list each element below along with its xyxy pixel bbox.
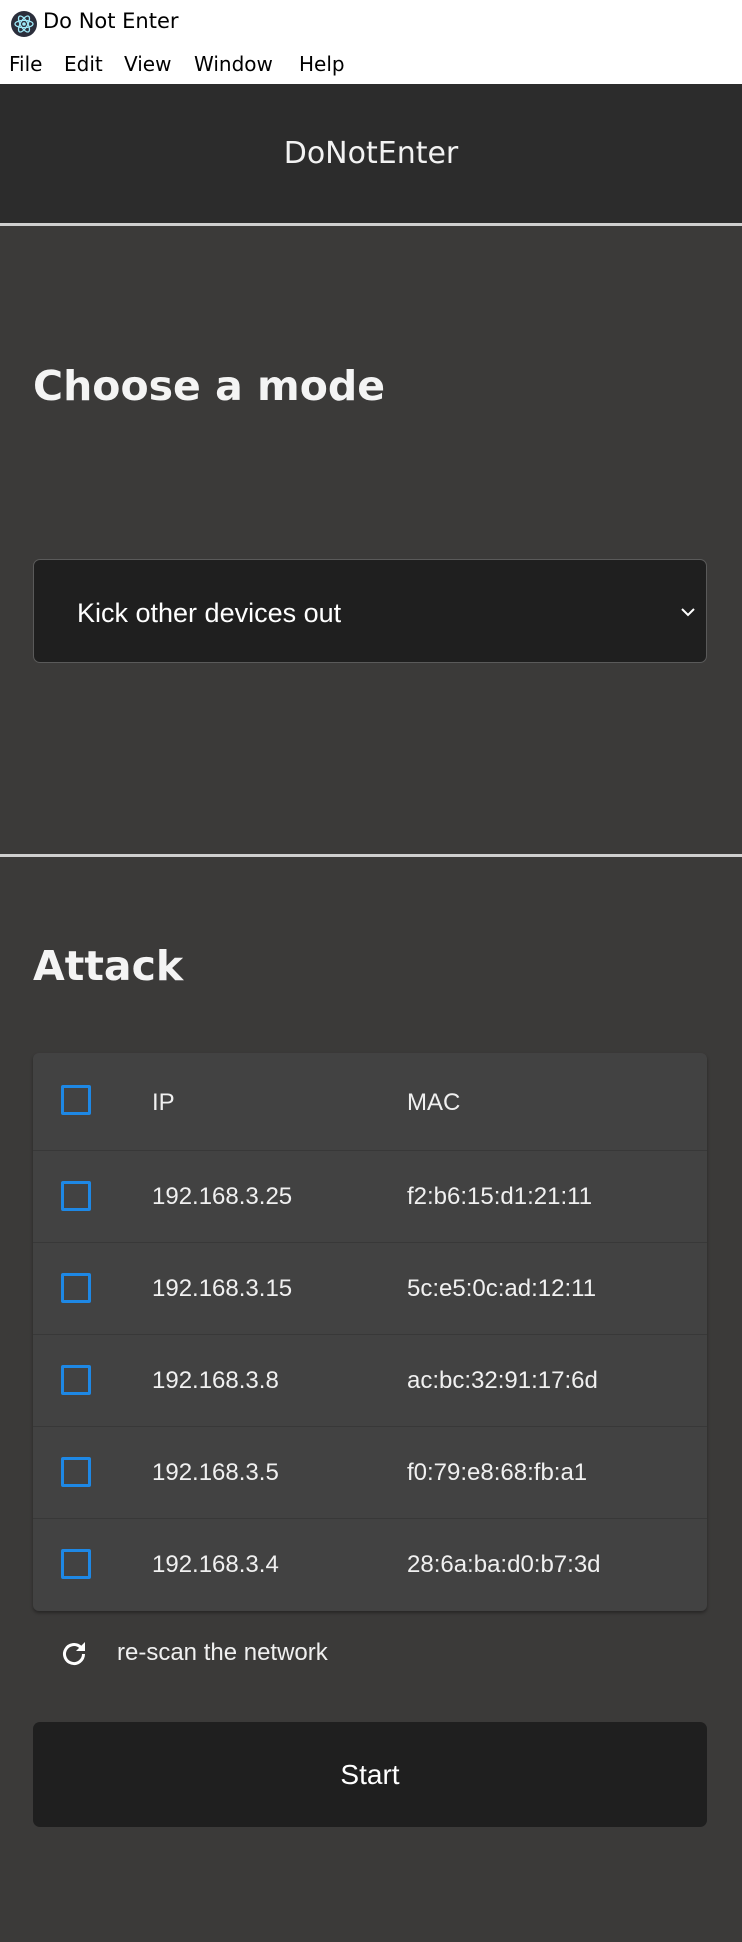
table-row[interactable]: 192.168.3.25 f2:b6:15:d1:21:11 [33,1150,707,1242]
row-checkbox[interactable] [61,1365,91,1395]
device-ip: 192.168.3.5 [152,1459,279,1486]
rescan-button[interactable]: re-scan the network [58,1636,378,1670]
table-header-row: IP MAC [33,1053,707,1150]
row-checkbox[interactable] [61,1549,91,1579]
device-mac: 28:6a:ba:d0:b7:3d [407,1551,601,1578]
column-header-ip: IP [152,1089,175,1116]
mode-section-title: Choose a mode [33,362,386,410]
device-ip: 192.168.3.15 [152,1275,293,1302]
device-ip: 192.168.3.8 [152,1367,279,1394]
table-row[interactable]: 192.168.3.4 28:6a:ba:d0:b7:3d [33,1518,707,1610]
mode-select-value: Kick other devices out [77,598,342,628]
column-header-mac: MAC [407,1089,461,1116]
attack-section-title: Attack [33,942,184,990]
device-mac: ac:bc:32:91:17:6d [407,1367,598,1394]
window-title: Do Not Enter [43,9,179,33]
refresh-icon [63,1642,86,1666]
menu-bar: File Edit View Window Help [0,44,742,84]
select-all-checkbox[interactable] [61,1085,91,1115]
rescan-label: re-scan the network [117,1639,328,1666]
row-checkbox[interactable] [61,1273,91,1303]
device-ip: 192.168.3.4 [152,1551,279,1578]
device-mac: 5c:e5:0c:ad:12:11 [407,1275,597,1302]
chevron-down-icon [681,608,695,617]
table-row[interactable]: 192.168.3.15 5c:e5:0c:ad:12:11 [33,1242,707,1334]
device-mac: f0:79:e8:68:fb:a1 [407,1459,588,1486]
menu-help[interactable]: Help [299,52,345,76]
app-name: DoNotEnter [283,136,459,171]
devices-table: IP MAC 192.168.3.25 f2:b6:15:d1:21:11 19… [33,1053,707,1611]
table-row[interactable]: 192.168.3.5 f0:79:e8:68:fb:a1 [33,1426,707,1518]
row-checkbox[interactable] [61,1457,91,1487]
menu-edit[interactable]: Edit [64,52,103,76]
start-button[interactable]: Start [33,1722,707,1827]
electron-atom-icon [11,11,37,37]
divider [0,223,742,226]
menu-file[interactable]: File [9,52,42,76]
app-header: DoNotEnter [0,84,742,223]
device-mac: f2:b6:15:d1:21:11 [407,1183,593,1210]
divider [0,854,742,857]
menu-window[interactable]: Window [194,52,273,76]
menu-view[interactable]: View [124,52,171,76]
mode-select[interactable]: Kick other devices out [33,559,707,663]
window-titlebar: Do Not Enter [0,0,742,44]
row-checkbox[interactable] [61,1181,91,1211]
start-button-label: Start [340,1759,400,1790]
device-ip: 192.168.3.25 [152,1183,293,1210]
table-row[interactable]: 192.168.3.8 ac:bc:32:91:17:6d [33,1334,707,1426]
